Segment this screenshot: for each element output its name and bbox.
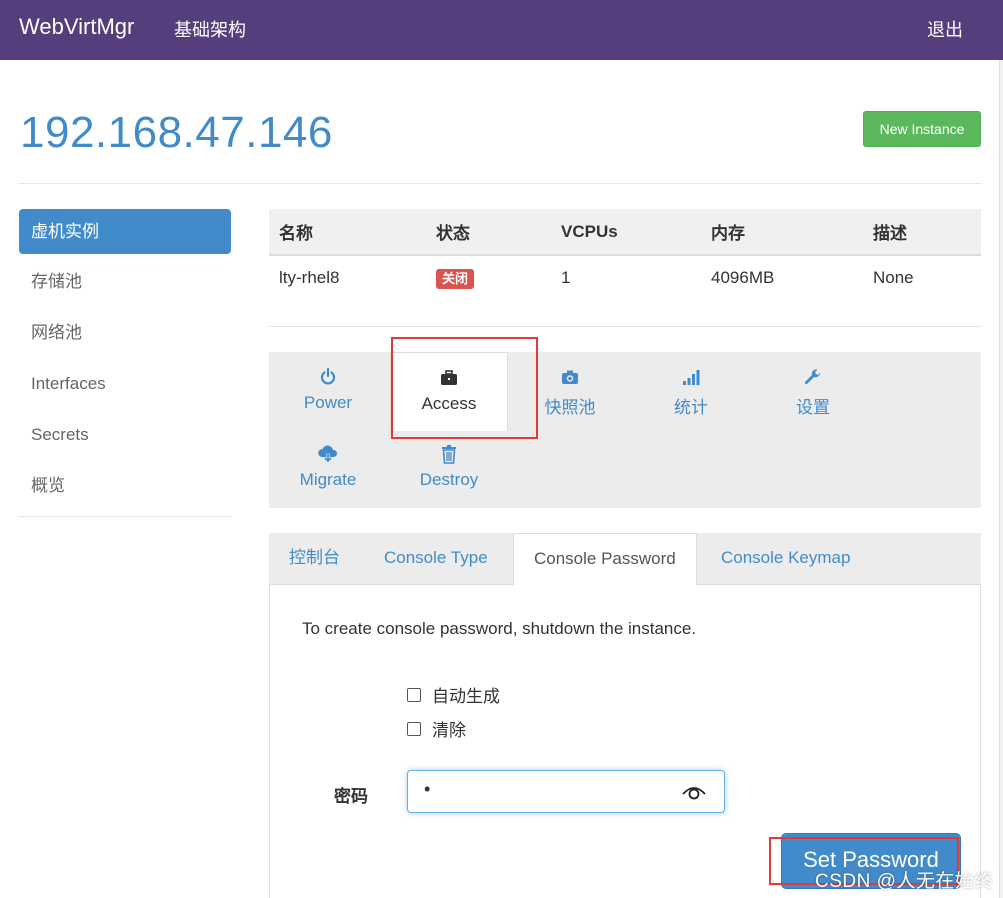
tab-console-password[interactable]: Console Password	[513, 533, 697, 586]
clear-checkbox[interactable]	[407, 721, 421, 736]
logout-link[interactable]: 退出	[927, 16, 963, 42]
action-stats[interactable]: 统计	[632, 367, 750, 418]
action-destroy[interactable]: Destroy	[390, 444, 508, 490]
eye-icon[interactable]	[680, 779, 708, 805]
tab-console-keymap[interactable]: Console Keymap	[701, 533, 870, 585]
cell-memory: 4096MB	[711, 268, 775, 287]
col-header-vcpus: VCPUs	[551, 209, 701, 256]
cloud-download-icon	[269, 444, 387, 466]
cell-status: 关闭	[426, 255, 551, 300]
new-instance-button[interactable]: New Instance	[863, 111, 981, 147]
trash-icon	[390, 444, 508, 466]
clear-label: 清除	[432, 721, 466, 740]
tab-console[interactable]: 控制台	[269, 533, 360, 585]
auto-generate-label: 自动生成	[432, 687, 500, 706]
table-header-row: 名称 状态 VCPUs 内存 描述	[269, 209, 981, 256]
signal-icon	[632, 367, 750, 389]
cell-description: None	[873, 268, 914, 287]
brand-link[interactable]: WebVirtMgr	[19, 14, 134, 40]
action-snapshots-label: 快照池	[544, 398, 596, 417]
col-header-memory: 内存	[701, 209, 863, 256]
action-migrate[interactable]: Migrate	[269, 444, 387, 490]
header-divider	[19, 183, 981, 184]
action-stats-label: 统计	[674, 398, 708, 417]
scrollbar[interactable]	[999, 60, 1003, 898]
password-input[interactable]: •	[407, 770, 725, 813]
auto-generate-checkbox[interactable]	[407, 687, 421, 702]
table-divider	[269, 326, 981, 327]
cell-name: lty-rhel8	[279, 268, 340, 287]
instance-table: 名称 状态 VCPUs 内存 描述 lty-rhel8 关闭 1 4096MB …	[269, 209, 981, 300]
info-message: To create console password, shutdown the…	[302, 619, 697, 638]
watermark-text: CSDN @人无在始终	[815, 871, 994, 892]
action-power[interactable]: Power	[269, 367, 387, 413]
col-header-status: 状态	[426, 209, 551, 256]
action-power-label: Power	[303, 393, 353, 412]
sidebar-item-instances[interactable]: 虚机实例	[19, 209, 231, 254]
col-header-description: 描述	[863, 209, 981, 256]
status-badge: 关闭	[436, 268, 475, 289]
sidebar-item-interfaces[interactable]: Interfaces	[19, 362, 231, 413]
sidebar-item-overview[interactable]: 概览	[19, 464, 231, 515]
sidebar-item-storage[interactable]: 存储池	[19, 260, 231, 311]
nav-link-infrastructure[interactable]: 基础架构	[174, 16, 246, 42]
password-value: •	[424, 779, 431, 799]
action-destroy-label: Destroy	[419, 470, 479, 489]
password-label: 密码	[334, 787, 368, 806]
page-title: 192.168.47.146	[20, 108, 333, 157]
tab-console-type[interactable]: Console Type	[364, 533, 508, 585]
clear-option[interactable]: 清除	[407, 716, 466, 741]
cell-vcpus: 1	[561, 268, 571, 287]
console-subtabs: 控制台 Console Type Console Password Consol…	[269, 533, 981, 586]
action-settings[interactable]: 设置	[754, 367, 872, 418]
power-icon	[269, 367, 387, 389]
action-migrate-label: Migrate	[299, 470, 357, 489]
col-header-name: 名称	[269, 209, 426, 256]
auto-generate-option[interactable]: 自动生成	[407, 682, 500, 707]
action-settings-label: 设置	[796, 398, 830, 417]
sidebar-divider	[19, 516, 231, 517]
top-navbar: WebVirtMgr 基础架构 退出	[0, 0, 1003, 60]
sidebar: 虚机实例 存储池 网络池 Interfaces Secrets 概览	[19, 209, 231, 517]
sidebar-item-secrets[interactable]: Secrets	[19, 413, 231, 464]
wrench-icon	[754, 367, 872, 389]
table-row: lty-rhel8 关闭 1 4096MB None	[269, 255, 981, 300]
sidebar-item-networks[interactable]: 网络池	[19, 311, 231, 362]
highlight-box-access	[391, 337, 538, 439]
action-panel: Power Access 快照池 统计 设置 Migrate Destroy	[269, 352, 981, 508]
